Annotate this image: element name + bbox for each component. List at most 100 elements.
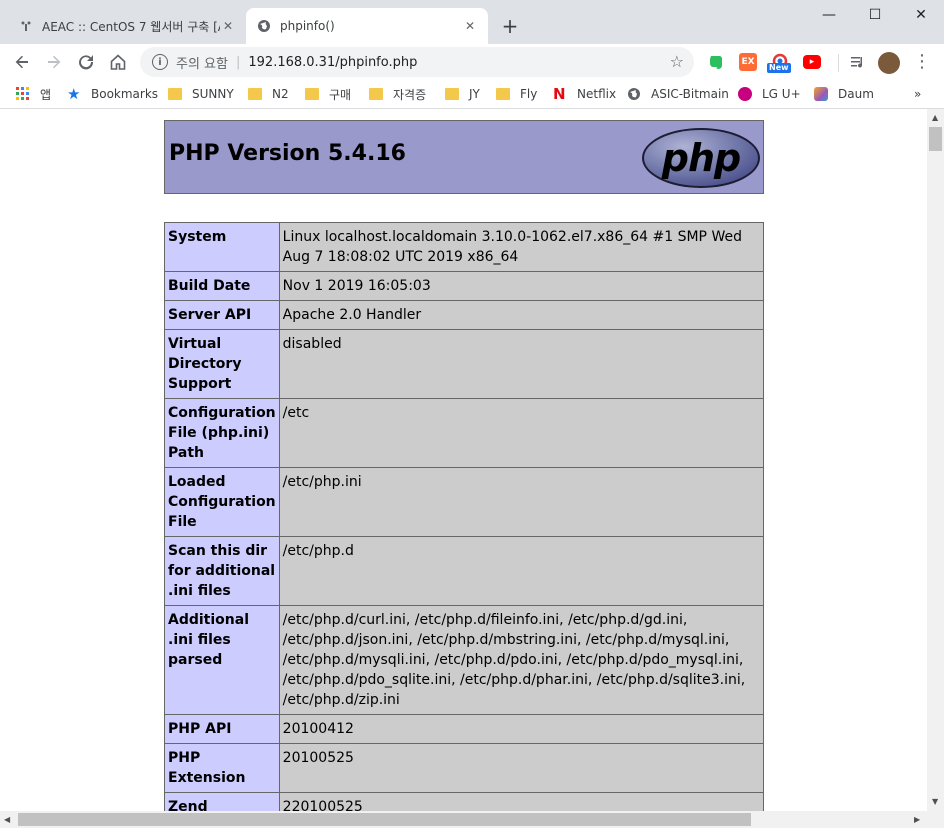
bookmark-label: SUNNY	[192, 87, 234, 101]
config-key: Zend Extension	[164, 792, 280, 811]
vertical-scroll-thumb[interactable]	[929, 127, 942, 151]
omnibox-divider: |	[235, 54, 241, 70]
bookmark-label: LG U+	[762, 87, 801, 101]
bookmark-lg-uplus[interactable]: LG U+	[738, 85, 801, 103]
bookmark-asic-bitmain[interactable]: ASIC-Bitmain	[627, 85, 729, 103]
tab-phpinfo[interactable]: phpinfo() ✕	[246, 8, 488, 44]
url-text[interactable]: 192.168.0.31/phpinfo.php	[248, 55, 417, 70]
page-title: PHP Version 5.4.16	[169, 141, 406, 166]
lg-icon	[738, 87, 752, 101]
horizontal-scrollbar[interactable]: ◀ ▶	[0, 811, 944, 828]
bookmarks-overflow-button[interactable]: »	[914, 85, 921, 103]
evernote-icon[interactable]	[707, 53, 725, 71]
folder-icon	[496, 88, 510, 100]
tab-aeac[interactable]: AEAC :: CentOS 7 웹서버 구축 [A ✕	[8, 8, 246, 44]
netflix-icon: N	[553, 85, 566, 103]
browser-toolbar: i 주의 요함 | 192.168.0.31/phpinfo.php ☆ EX …	[0, 44, 944, 80]
folder-icon	[248, 88, 262, 100]
bookmark-bookmarks[interactable]: ★ Bookmarks	[67, 85, 158, 103]
bookmark-label: ASIC-Bitmain	[651, 87, 729, 101]
globe-icon	[627, 87, 641, 101]
config-key: Additional .ini files parsed	[164, 605, 280, 715]
new-tab-button[interactable]: +	[498, 12, 522, 40]
bookmark-label: 자격증	[393, 87, 427, 102]
bookmark-sunny[interactable]: SUNNY	[168, 85, 234, 103]
bookmark-purchase[interactable]: 구매	[305, 85, 351, 103]
bookmark-star-icon[interactable]: ☆	[670, 52, 684, 71]
scroll-down-icon[interactable]: ▼	[932, 797, 938, 806]
config-key: Server API	[164, 300, 280, 330]
php-header: PHP Version 5.4.16 php	[164, 120, 764, 194]
close-tab-icon[interactable]: ✕	[462, 19, 478, 33]
new-badge: New	[767, 63, 791, 73]
home-button[interactable]	[104, 48, 132, 76]
folder-icon	[168, 88, 182, 100]
scroll-up-icon[interactable]: ▲	[932, 113, 938, 122]
bookmark-label: Bookmarks	[91, 87, 159, 101]
table-row: Additional .ini files parsed/etc/php.d/c…	[164, 605, 765, 715]
tab-title: AEAC :: CentOS 7 웹서버 구축 [A	[42, 19, 220, 34]
daum-icon	[814, 87, 828, 101]
config-value: /etc/php.d	[278, 536, 765, 606]
page-viewport: PHP Version 5.4.16 php System Linux local…	[0, 109, 927, 811]
bookmark-label: Daum	[838, 87, 874, 101]
php-logo-text: php	[661, 136, 741, 180]
bookmarks-bar: 앱 ★ Bookmarks SUNNY N2 구매 자격증 JY Fly N N…	[0, 80, 944, 109]
config-value: Nov 1 2019 16:05:03	[278, 271, 765, 301]
config-value: disabled	[278, 329, 765, 399]
bookmark-label: Netflix	[577, 87, 617, 101]
close-tab-icon[interactable]: ✕	[220, 19, 236, 33]
table-row: Virtual Directory Support disabled	[164, 329, 765, 399]
table-row: PHP API 20100412	[164, 714, 765, 744]
config-key: Build Date	[164, 271, 280, 301]
config-value: 20100525	[278, 743, 765, 793]
menu-icon[interactable]: ⋮	[908, 48, 936, 76]
bookmark-netflix[interactable]: N Netflix	[553, 85, 616, 103]
address-bar[interactable]: i 주의 요함 | 192.168.0.31/phpinfo.php ☆	[140, 47, 694, 77]
table-row: PHP Extension 20100525	[164, 743, 765, 793]
table-row: Build Date Nov 1 2019 16:05:03	[164, 271, 765, 301]
bookmark-fly[interactable]: Fly	[496, 85, 537, 103]
media-icon[interactable]	[844, 48, 872, 76]
forward-button[interactable]	[40, 48, 68, 76]
apps-icon	[16, 87, 30, 101]
maximize-button[interactable]: ☐	[852, 0, 898, 30]
config-value: 20100412	[278, 714, 765, 744]
bookmark-jy[interactable]: JY	[445, 85, 480, 103]
youtube-icon[interactable]: ▸	[803, 55, 821, 69]
bookmark-certificate[interactable]: 자격증	[369, 85, 426, 103]
globe-icon	[256, 18, 272, 34]
close-window-button[interactable]: ✕	[898, 0, 944, 30]
info-icon[interactable]: i	[152, 54, 168, 70]
config-key: Loaded Configuration File	[164, 467, 280, 537]
scroll-left-icon[interactable]: ◀	[4, 815, 10, 824]
bookmark-daum[interactable]: Daum	[814, 85, 874, 103]
bookmark-label: N2	[272, 87, 289, 101]
vertical-scrollbar[interactable]: ▲ ▼	[927, 109, 944, 811]
table-row: Loaded Configuration File/etc/php.ini	[164, 467, 765, 537]
minimize-button[interactable]: —	[806, 0, 852, 30]
folder-icon	[305, 88, 319, 100]
bookmark-apps[interactable]: 앱	[16, 85, 51, 103]
scroll-right-icon[interactable]: ▶	[914, 815, 920, 824]
config-key: Scan this dir for additional .ini files	[164, 536, 280, 606]
config-value: /etc	[278, 398, 765, 468]
reload-button[interactable]	[72, 48, 100, 76]
table-row: System Linux localhost.localdomain 3.10.0…	[164, 222, 765, 272]
back-button[interactable]	[8, 48, 36, 76]
new-extension-icon[interactable]: New	[767, 53, 791, 73]
security-warning: 주의 요함	[176, 56, 228, 72]
tab-title: phpinfo()	[280, 19, 335, 33]
table-row: Zend Extension220100525	[164, 792, 765, 811]
bookmark-label: 구매	[329, 87, 352, 102]
horizontal-scroll-thumb[interactable]	[18, 813, 751, 826]
ex-icon[interactable]: EX	[739, 53, 757, 71]
bookmark-n2[interactable]: N2	[248, 85, 289, 103]
config-value: 220100525	[278, 792, 765, 811]
bookmark-label: 앱	[40, 87, 52, 102]
avatar[interactable]	[878, 52, 900, 74]
config-key: PHP API	[164, 714, 280, 744]
config-value: /etc/php.d/curl.ini, /etc/php.d/fileinfo…	[278, 605, 765, 715]
php-info-table: System Linux localhost.localdomain 3.10.0…	[164, 222, 765, 811]
toolbar-divider	[838, 54, 839, 72]
